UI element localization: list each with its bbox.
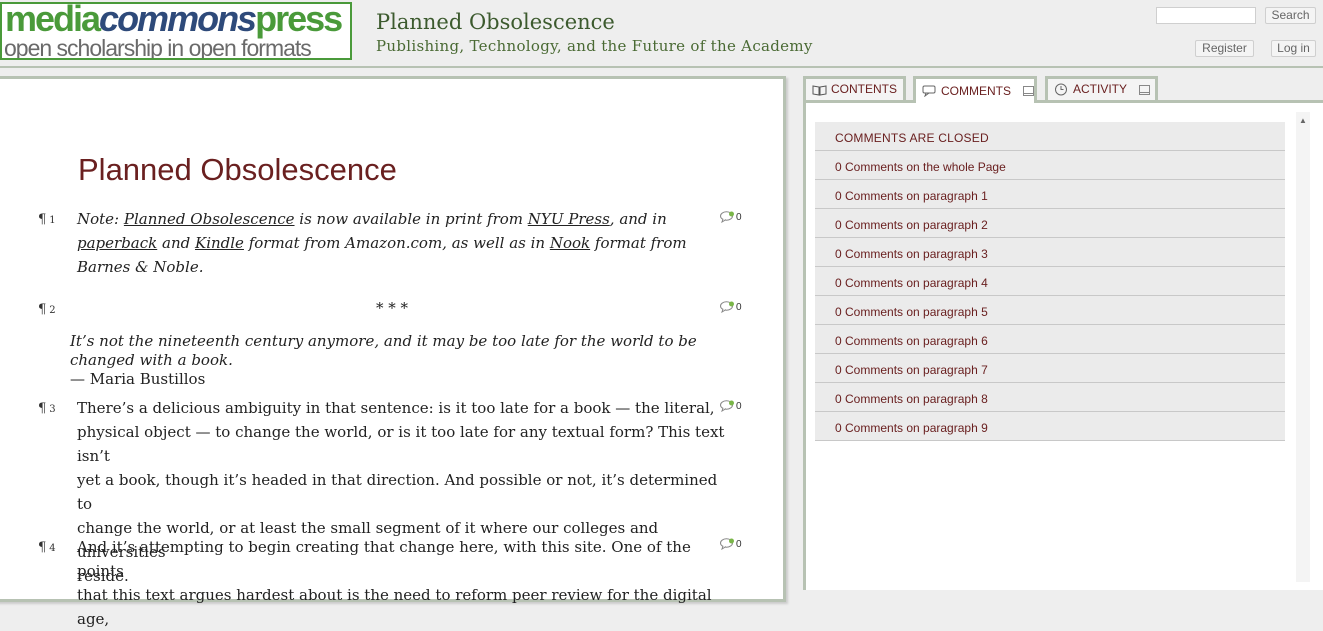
comment-bubble-icon	[720, 301, 734, 313]
list-item[interactable]: 0 Comments on paragraph 2	[815, 209, 1285, 238]
list-item[interactable]: 0 Comments on paragraph 5	[815, 296, 1285, 325]
site-title[interactable]: Planned Obsolescence	[376, 10, 615, 34]
paragraph-number-3[interactable]: ¶ 3	[38, 401, 56, 416]
comments-list: COMMENTS ARE CLOSED 0 Comments on the wh…	[815, 122, 1285, 441]
link-paperback[interactable]: paperback	[77, 234, 157, 252]
minimize-icon[interactable]	[1023, 86, 1034, 96]
list-item[interactable]: 0 Comments on paragraph 9	[815, 412, 1285, 441]
comment-bubble-icon	[720, 211, 734, 223]
list-item[interactable]: 0 Comments on paragraph 7	[815, 354, 1285, 383]
login-button[interactable]: Log in	[1271, 40, 1316, 57]
book-icon	[812, 84, 827, 96]
sidebar-scrollbar[interactable]: ▲	[1296, 112, 1310, 582]
paragraph-3-comment-count[interactable]: 0	[720, 400, 742, 412]
list-item[interactable]: 0 Comments on paragraph 1	[815, 180, 1285, 209]
list-item[interactable]: 0 Comments on paragraph 8	[815, 383, 1285, 412]
paragraph-4-comment-count[interactable]: 0	[720, 538, 742, 550]
link-kindle[interactable]: Kindle	[195, 234, 244, 252]
logo-tagline: open scholarship in open formats	[4, 35, 312, 60]
paragraph-2-comment-count[interactable]: 0	[720, 301, 742, 313]
list-item[interactable]: 0 Comments on paragraph 3	[815, 238, 1285, 267]
pilcrow-icon: ¶	[38, 401, 47, 416]
speech-bubble-icon	[922, 85, 936, 97]
pilcrow-icon: ¶	[38, 212, 47, 227]
comment-bubble-icon	[720, 400, 734, 412]
header-divider	[0, 66, 1323, 68]
tab-contents[interactable]: Contents	[803, 76, 906, 100]
comment-bubble-icon	[720, 538, 734, 550]
search-button[interactable]: Search	[1265, 7, 1316, 24]
media-commons-press-logo[interactable]: mediacommonspress open scholarship in op…	[0, 2, 352, 60]
comments-closed-notice: COMMENTS ARE CLOSED	[815, 122, 1285, 151]
search-input[interactable]	[1156, 7, 1256, 24]
site-subtitle: Publishing, Technology, and the Future o…	[376, 37, 813, 55]
clock-icon	[1055, 83, 1067, 96]
tab-activity[interactable]: Activity	[1045, 76, 1158, 100]
paragraph-number-2[interactable]: ¶ 2	[38, 302, 56, 317]
register-button[interactable]: Register	[1195, 40, 1254, 57]
link-planned-obsolescence[interactable]: Planned Obsolescence	[124, 210, 295, 228]
scroll-up-arrow-icon[interactable]: ▲	[1299, 116, 1307, 125]
paragraph-4: And it’s attempting to begin creating th…	[77, 538, 712, 628]
list-item[interactable]: 0 Comments on paragraph 6	[815, 325, 1285, 354]
list-item[interactable]: 0 Comments on the whole Page	[815, 151, 1285, 180]
paragraph-1: Note: Planned Obsolescence is now availa…	[77, 210, 687, 276]
paragraph-number-4[interactable]: ¶ 4	[38, 540, 56, 555]
quote-attribution: — Maria Bustillos	[70, 370, 206, 388]
pilcrow-icon: ¶	[38, 302, 47, 317]
minimize-icon[interactable]	[1139, 84, 1151, 95]
tab-comments[interactable]: Comments	[913, 76, 1037, 103]
paragraph-2-separator: * * *	[376, 299, 409, 317]
paragraph-1-comment-count[interactable]: 0	[720, 211, 742, 223]
page-title: Planned Obsolescence	[78, 152, 397, 187]
link-nook[interactable]: Nook	[550, 234, 590, 252]
paragraph-number-1[interactable]: ¶ 1	[38, 212, 56, 227]
site-header: mediacommonspress open scholarship in op…	[0, 0, 1323, 67]
list-item[interactable]: 0 Comments on paragraph 4	[815, 267, 1285, 296]
pilcrow-icon: ¶	[38, 540, 47, 555]
article-panel: Planned Obsolescence ¶ 1 Note: Planned Ob…	[0, 76, 786, 628]
epigraph-quote: It’s not the nineteenth century anymore,…	[70, 332, 697, 388]
link-nyu-press[interactable]: NYU Press	[528, 210, 610, 228]
